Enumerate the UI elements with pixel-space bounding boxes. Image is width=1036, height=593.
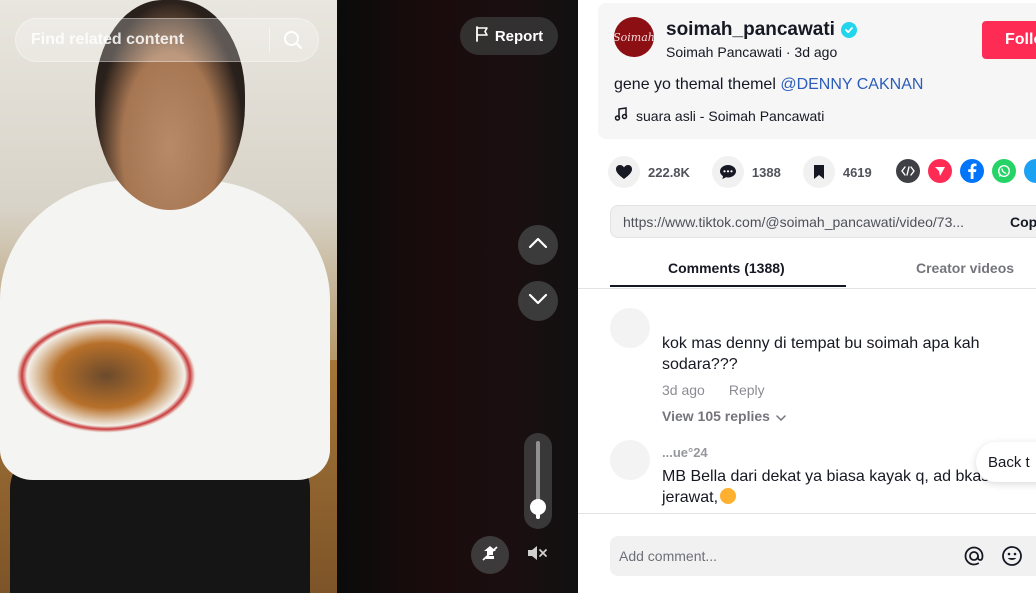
comment-composer [578,513,1036,593]
volume-slider[interactable] [524,433,552,529]
video-caption: gene yo themal themel @DENNY CAKNAN [614,76,923,94]
search-divider [269,27,270,53]
video-frame[interactable] [0,0,337,593]
comment-meta: 3d ago Reply [662,382,765,398]
save-count: 4619 [842,164,872,180]
mute-button[interactable] [518,536,556,574]
comment-input[interactable] [619,548,939,564]
author-avatar[interactable]: Soimah [613,17,655,57]
view-replies-label: View 105 replies [662,408,770,424]
search-input[interactable] [31,31,269,49]
chevron-down-icon [528,292,548,310]
music-note-icon [614,107,628,124]
comment-text: kok mas denny di tempat bu soimah apa ka… [662,335,980,373]
copy-link-bar: https://www.tiktok.com/@soimah_pancawati… [610,205,1036,238]
description-card: Soimah soimah_pancawati Soimah Pancawati… [598,3,1036,139]
bookmark-icon[interactable] [802,156,835,188]
back-to-top-label: Back t [988,453,1030,471]
comment-input-box[interactable] [610,536,1036,576]
comment-bubble-icon[interactable] [711,156,744,188]
comment-list: kok mas denny di tempat bu soimah apa ka… [578,290,1036,512]
search-bar[interactable] [15,18,319,62]
heart-icon[interactable] [608,156,640,188]
video-link[interactable]: https://www.tiktok.com/@soimah_pancawati… [623,214,988,230]
comment-body: MB Bella dari dekat ya biasa kayak q, ad… [662,468,990,506]
send-icon[interactable] [928,159,952,183]
comment-time: 3d ago [662,382,705,398]
tiktok-video-page: Report [0,0,1036,593]
facebook-icon[interactable] [960,159,984,183]
floating-player-button[interactable] [471,536,509,574]
comment-count: 1388 [751,164,781,180]
emoji-picker-icon[interactable] [1000,544,1024,568]
view-replies-button[interactable]: View 105 replies [662,408,786,424]
twitter-icon[interactable] [1024,159,1036,183]
details-panel: Soimah soimah_pancawati Soimah Pancawati… [578,0,1036,593]
comment-action[interactable]: 1388 [711,156,781,188]
verified-badge-icon [840,22,857,38]
follow-label: Follo [1005,31,1036,48]
caption-text: gene yo themal themel [614,76,781,93]
back-to-top-button[interactable]: Back t [976,442,1036,482]
copy-link-button[interactable]: Copy [1000,206,1036,237]
previous-video-button[interactable] [518,225,558,265]
video-plate [16,318,196,433]
commenter-avatar[interactable] [610,440,650,480]
embed-icon[interactable] [896,159,920,183]
author-subline: Soimah Pancawati · 3d ago [666,44,837,60]
panel-tabs: Comments (1388) Creator videos [578,250,1036,289]
float-player-icon [480,543,500,568]
flag-icon [475,26,489,46]
smiling-face-emoji-icon [720,488,737,504]
share-buttons [896,159,1036,183]
tab-comments[interactable]: Comments (1388) [668,260,785,276]
music-row[interactable]: suara asli - Soimah Pancawati [614,107,824,124]
save-action[interactable]: 4619 [802,156,872,188]
active-tab-indicator [610,285,846,287]
comment-text: MB Bella dari dekat ya biasa kayak q, ad… [662,466,1002,508]
report-label: Report [494,27,544,45]
search-icon[interactable] [282,29,304,51]
mention-at-icon[interactable] [962,544,986,568]
video-player[interactable]: Report [0,0,578,593]
like-count: 222.8K [648,164,690,180]
whatsapp-icon[interactable] [992,159,1016,183]
author-name-row: soimah_pancawati [666,19,857,41]
post-time: 3d ago [794,44,838,60]
author-username[interactable]: soimah_pancawati [666,19,835,41]
follow-button[interactable]: Follo [982,21,1036,59]
muted-speaker-icon [526,544,548,567]
commenter-name[interactable]: ...ue°24 [662,445,708,460]
commenter-avatar[interactable] [610,308,650,348]
music-title[interactable]: suara asli - Soimah Pancawati [636,108,824,124]
action-bar: 222.8K 1388 4619 [608,155,894,189]
avatar-logo-text: Soimah [613,30,655,44]
reply-button[interactable]: Reply [729,382,765,398]
like-action[interactable]: 222.8K [608,156,690,188]
tab-creator-videos[interactable]: Creator videos [916,260,1014,276]
author-display-name[interactable]: Soimah Pancawati [666,44,782,60]
caption-mention[interactable]: @DENNY CAKNAN [780,76,923,93]
next-video-button[interactable] [518,281,558,321]
chevron-down-icon [776,408,786,424]
report-button[interactable]: Report [460,17,558,55]
volume-knob[interactable] [530,499,546,516]
chevron-up-icon [528,236,548,254]
